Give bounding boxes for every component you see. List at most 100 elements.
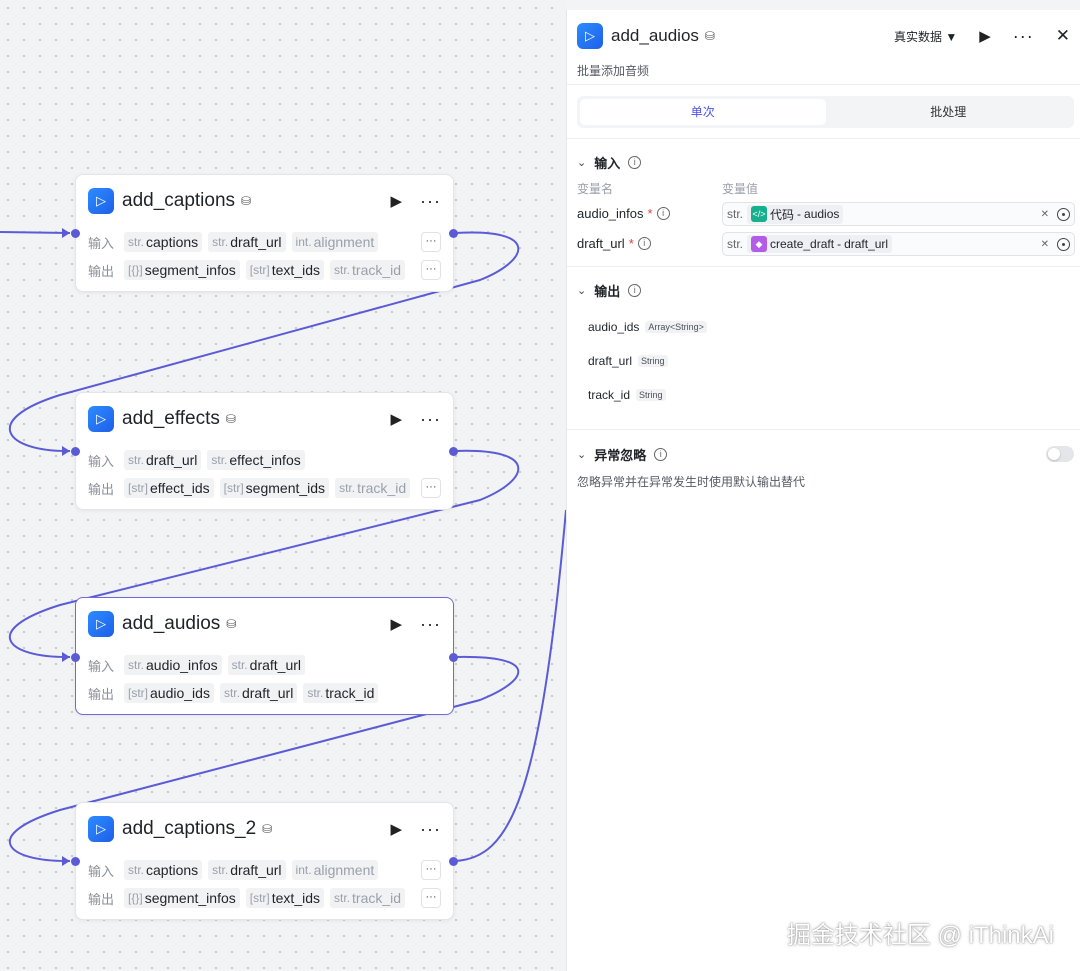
tab-batch[interactable]: 批处理	[826, 99, 1072, 125]
output-tag: [str] text_ids	[245, 260, 324, 280]
node-outputs-row: 输出 [str] audio_ids str. draft_url str. trac…	[88, 682, 441, 704]
run-icon[interactable]: ▶	[390, 410, 402, 428]
output-port[interactable]	[449, 653, 458, 662]
output-item: audio_ids Array<String>	[588, 320, 707, 334]
var-name-audio-infos: audio_infos * i	[577, 206, 670, 221]
output-tag: [str] segment_ids	[219, 478, 330, 498]
input-tag: str. draft_url	[227, 655, 306, 675]
var-value-draft-url[interactable]: str. ◆ create_draft - draft_url ✕	[722, 232, 1075, 256]
reference-chip[interactable]: ◆ create_draft - draft_url	[747, 235, 893, 253]
more-icon[interactable]: ···	[420, 409, 441, 430]
divider	[567, 138, 1080, 139]
clear-icon[interactable]: ✕	[1041, 209, 1049, 220]
chevron-down-icon: ⌄	[577, 449, 587, 461]
error-description: 忽略异常并在异常发生时使用默认输出替代	[577, 475, 806, 489]
output-tag: str. track_id	[330, 260, 406, 280]
inputs-label: 输入	[88, 658, 115, 674]
plugin-icon: ▷	[88, 611, 114, 637]
run-mode-tabs: 单次 批处理	[577, 96, 1074, 128]
input-tag: str. captions	[124, 232, 203, 252]
panel-description: 批量添加音频	[577, 64, 650, 78]
node-inputs-row: 输入 str. captions str. draft_url int. alignm…	[88, 859, 441, 881]
run-icon[interactable]: ▶	[979, 27, 991, 45]
node-add-captions-2[interactable]: ▷ add_captions_2 ⛁ ▶ ··· 输入 str. captions…	[71, 802, 458, 920]
plugin-icon: ▷	[88, 188, 114, 214]
input-port[interactable]	[71, 447, 80, 456]
node-add-effects[interactable]: ▷ add_effects ⛁ ▶ ··· 输入 str. draft_url s…	[71, 392, 458, 510]
tab-single[interactable]: 单次	[580, 99, 826, 125]
expand-outputs-button[interactable]: ···	[421, 260, 441, 280]
more-icon[interactable]: ···	[1013, 26, 1034, 47]
cube-icon: ◆	[751, 236, 768, 252]
output-section-header[interactable]: ⌄ 输出 i	[577, 281, 642, 300]
watermark: 掘金技术社区 @ iThinkAi	[786, 922, 1054, 949]
output-tag: [str] effect_ids	[124, 478, 214, 498]
output-tag: [str] text_ids	[245, 888, 324, 908]
output-port[interactable]	[449, 447, 458, 456]
divider	[567, 84, 1080, 85]
more-icon[interactable]: ···	[420, 614, 441, 635]
node-outputs-row: 输出 [str] effect_ids [str] segment_ids str.…	[88, 477, 441, 499]
workflow-canvas[interactable]: ▷ add_captions ⛁ ▶ ··· 输入 str. captions s…	[0, 0, 566, 971]
expand-outputs-button[interactable]: ···	[421, 478, 441, 498]
input-tag: str. captions	[124, 860, 203, 880]
input-section-header[interactable]: ⌄ 输入 i	[577, 153, 642, 172]
outputs-label: 输出	[88, 263, 115, 279]
output-port[interactable]	[449, 857, 458, 866]
node-outputs-row: 输出 [{}] segment_infos [str] text_ids str. t…	[88, 259, 441, 281]
more-icon[interactable]: ···	[420, 819, 441, 840]
input-port[interactable]	[71, 857, 80, 866]
target-icon[interactable]	[1057, 237, 1070, 251]
node-title: add_effects	[122, 408, 220, 429]
database-icon: ⛁	[241, 194, 252, 208]
run-icon[interactable]: ▶	[390, 192, 402, 210]
database-icon: ⛁	[704, 29, 715, 43]
var-value-audio-infos[interactable]: str. </> 代码 - audios ✕	[722, 202, 1075, 226]
expand-inputs-button[interactable]: ···	[421, 232, 441, 252]
node-title: add_captions	[122, 190, 236, 211]
chevron-down-icon: ⌄	[577, 285, 587, 297]
expand-inputs-button[interactable]: ···	[421, 860, 441, 880]
node-add-audios[interactable]: ▷ add_audios ⛁ ▶ ··· 输入 str. audio_infos …	[71, 597, 458, 715]
clear-icon[interactable]: ✕	[1041, 239, 1049, 250]
output-tag: str. track_id	[330, 888, 406, 908]
code-icon: </>	[751, 206, 768, 222]
input-tag: str. draft_url	[208, 232, 286, 252]
output-tag: str. track_id	[303, 683, 379, 703]
target-icon[interactable]	[1057, 207, 1070, 221]
inputs-label: 输入	[88, 453, 115, 469]
panel-title: add_audios	[611, 26, 699, 45]
info-icon: i	[656, 207, 670, 220]
input-port[interactable]	[71, 653, 80, 662]
ignore-error-toggle[interactable]	[1046, 446, 1074, 462]
wire-in-captions	[0, 231, 71, 234]
node-inputs-row: 输入 str. draft_url str. effect_infos	[88, 449, 441, 471]
data-mode-select[interactable]: 真实数据 ▼	[894, 28, 957, 45]
more-icon[interactable]: ···	[420, 191, 441, 212]
run-icon[interactable]: ▶	[390, 615, 402, 633]
error-section-header[interactable]: ⌄ 异常忽略 i	[577, 445, 668, 464]
outputs-label: 输出	[88, 686, 115, 702]
node-add-captions[interactable]: ▷ add_captions ⛁ ▶ ··· 输入 str. captions s…	[71, 174, 458, 292]
inputs-label: 输入	[88, 863, 115, 879]
output-port[interactable]	[449, 229, 458, 238]
node-title: add_captions_2	[122, 818, 257, 839]
column-header-value: 变量值	[722, 182, 759, 196]
output-item: draft_url String	[588, 354, 668, 368]
input-tag: str. effect_infos	[207, 450, 305, 470]
close-icon[interactable]: ✕	[1056, 26, 1070, 46]
node-outputs-row: 输出 [{}] segment_infos [str] text_ids str. t…	[88, 887, 441, 909]
divider	[567, 266, 1080, 267]
output-tag: [{}] segment_infos	[124, 888, 240, 908]
input-tag: str. draft_url	[208, 860, 286, 880]
database-icon: ⛁	[225, 412, 236, 426]
expand-outputs-button[interactable]: ···	[421, 888, 441, 908]
divider	[567, 429, 1080, 430]
run-icon[interactable]: ▶	[390, 820, 402, 838]
node-detail-panel: ▷ add_audios ⛁ 真实数据 ▼ ▶ ··· ✕ 批量添加音频 单次 …	[566, 10, 1080, 971]
plugin-icon: ▷	[88, 406, 114, 432]
info-icon: i	[637, 237, 651, 250]
input-port[interactable]	[71, 229, 80, 238]
reference-chip[interactable]: </> 代码 - audios	[747, 204, 844, 224]
input-tag: str. audio_infos	[124, 655, 222, 675]
